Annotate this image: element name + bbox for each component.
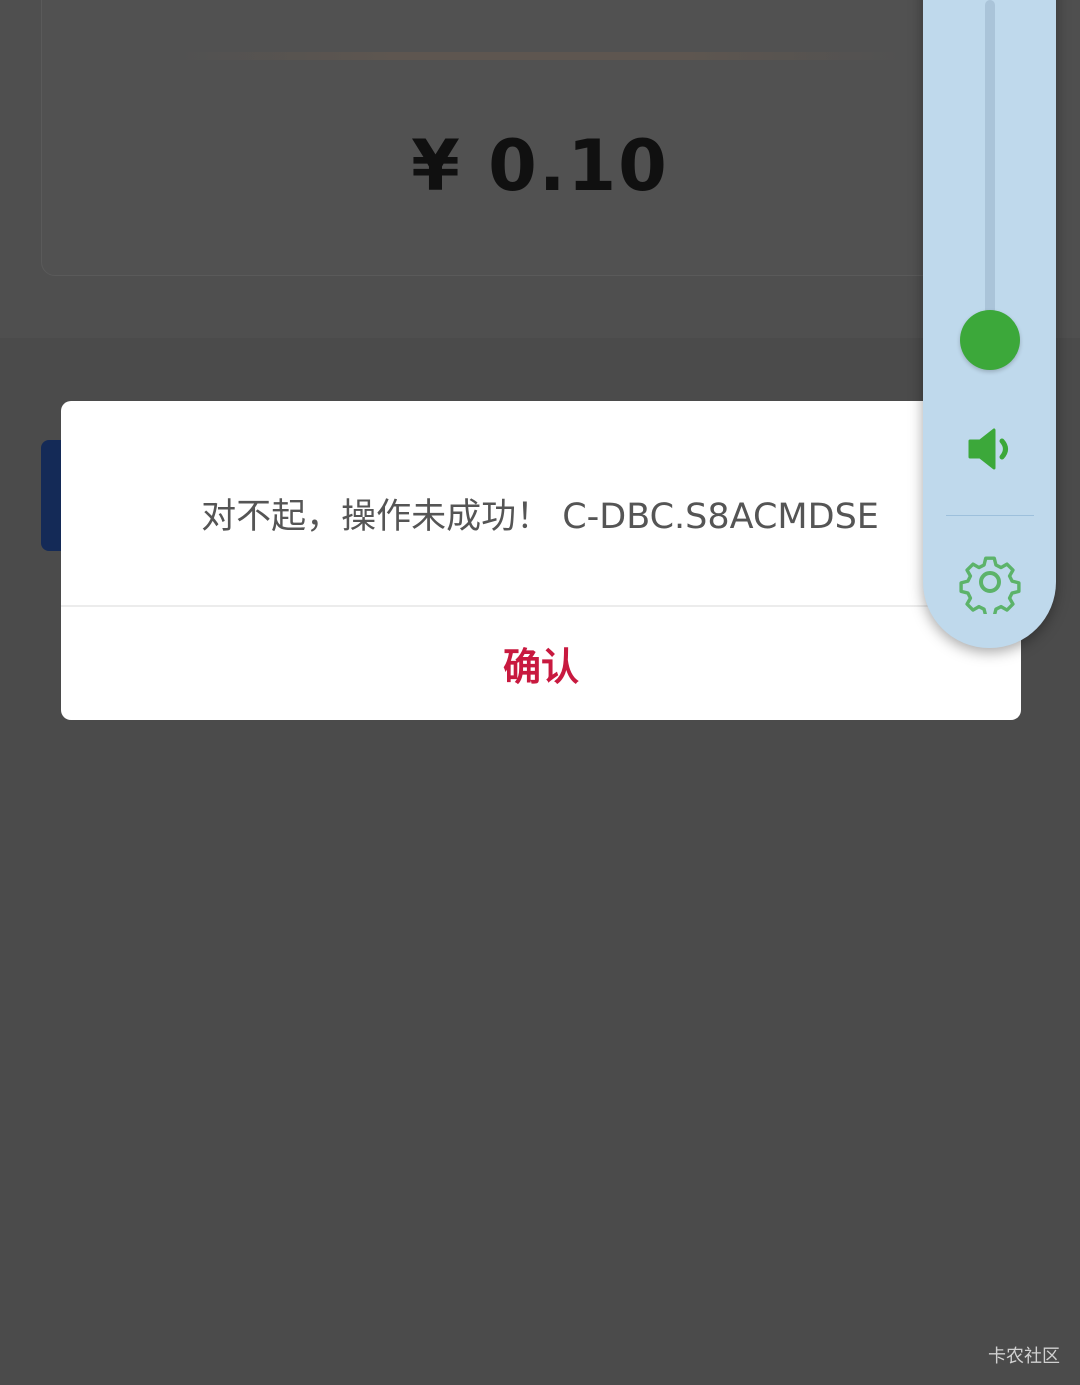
watermark: 卡农社区 xyxy=(988,1346,1060,1367)
amount-text: ¥ 0.10 xyxy=(411,125,669,207)
panel-separator xyxy=(946,515,1034,516)
volume-slider-track[interactable] xyxy=(985,0,995,330)
volume-slider-thumb[interactable] xyxy=(960,310,1020,370)
speaker-icon[interactable] xyxy=(966,424,1016,474)
card-divider xyxy=(180,52,900,60)
error-dialog: 确认 xyxy=(61,401,1021,720)
dialog-message: 对不起，操作未成功！ C-DBC.S8ACMDSE xyxy=(201,497,879,537)
confirm-button[interactable]: 确认 xyxy=(61,607,1021,720)
gear-icon[interactable] xyxy=(958,550,1022,614)
